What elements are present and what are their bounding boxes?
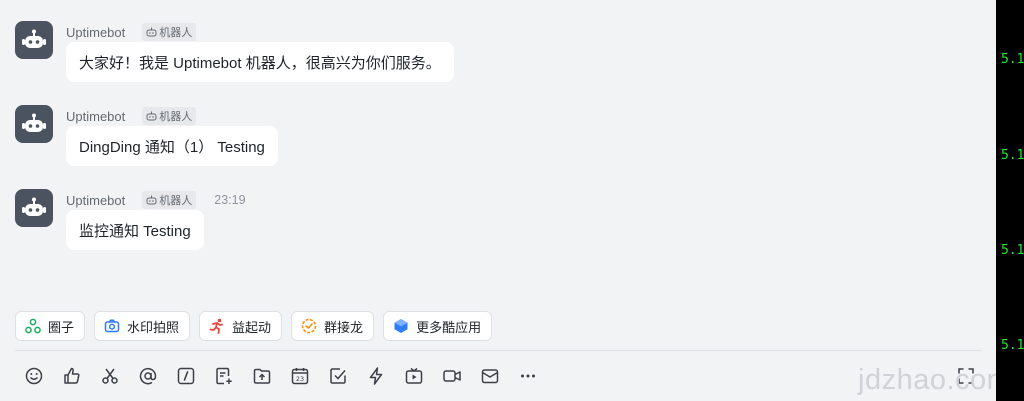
folder-upload-icon	[253, 368, 271, 384]
robot-icon	[22, 197, 46, 216]
badge-label: 机器人	[159, 27, 193, 39]
badge-label: 机器人	[159, 111, 193, 123]
robot-small-icon	[146, 195, 157, 205]
sender-name[interactable]: Uptimebot	[66, 109, 125, 124]
document-add-icon	[216, 367, 232, 385]
live-button[interactable]	[402, 364, 426, 388]
mention-icon	[139, 367, 157, 385]
app-label: 水印拍照	[127, 319, 180, 335]
bot-badge: 机器人	[142, 191, 197, 209]
chat-panel: Uptimebot 机器人 大家好！我是 Uptimebot 机器人，很高兴为你…	[0, 0, 1011, 401]
terminal-line: 5.1	[1001, 52, 1024, 67]
video-call-icon	[443, 370, 461, 382]
calendar-button[interactable]: 23	[288, 364, 312, 388]
app-group-relay-button[interactable]: 群接龙	[291, 311, 375, 341]
message-time: 23:19	[214, 193, 246, 207]
message-bubble[interactable]: DingDing 通知（1） Testing	[66, 126, 278, 166]
robot-small-icon	[146, 27, 157, 37]
live-tv-icon	[405, 367, 423, 384]
slash-command-button[interactable]	[174, 364, 198, 388]
more-icon	[521, 374, 535, 378]
message-meta: Uptimebot 机器人	[66, 23, 197, 41]
message-bubble[interactable]: 大家好！我是 Uptimebot 机器人，很高兴为你们服务。	[66, 42, 454, 82]
app-label: 群接龙	[324, 319, 364, 335]
sender-name[interactable]: Uptimebot	[66, 25, 125, 40]
calendar-icon: 23	[291, 368, 309, 385]
camera-icon	[104, 319, 120, 333]
terminal-pane: 5.1 5.1 5.1 5.1	[996, 0, 1024, 401]
quick-action-button[interactable]	[364, 364, 388, 388]
message-meta: Uptimebot 机器人	[66, 107, 197, 125]
terminal-line: 5.1	[1001, 338, 1024, 353]
screenshot-button[interactable]	[98, 364, 122, 388]
bot-avatar[interactable]	[15, 189, 53, 227]
mail-button[interactable]	[478, 364, 502, 388]
bot-avatar[interactable]	[15, 105, 53, 143]
more-button[interactable]	[516, 364, 540, 388]
app-circle-button[interactable]: 圈子	[15, 311, 86, 341]
scissors-icon	[102, 368, 118, 384]
bot-avatar[interactable]	[15, 21, 53, 59]
lightning-icon	[369, 367, 383, 385]
task-check-icon	[330, 368, 346, 384]
app-more-cool-apps-button[interactable]: 更多酷应用	[383, 311, 493, 341]
bot-badge: 机器人	[142, 107, 197, 125]
app-label: 益起动	[232, 319, 272, 335]
input-toolbar: 23	[0, 364, 996, 388]
thumbs-up-icon	[64, 367, 80, 384]
app-yiqidong-button[interactable]: 益起动	[199, 311, 283, 341]
robot-icon	[22, 29, 46, 48]
svg-text:23: 23	[296, 375, 304, 383]
upload-file-button[interactable]	[250, 364, 274, 388]
app-watermark-camera-button[interactable]: 水印拍照	[94, 311, 191, 341]
sender-name[interactable]: Uptimebot	[66, 193, 125, 208]
input-divider	[15, 350, 981, 351]
running-person-icon	[209, 318, 223, 334]
watermark-text: jdzhao.com	[858, 364, 1012, 396]
robot-icon	[22, 113, 46, 132]
task-button[interactable]	[326, 364, 350, 388]
like-button[interactable]	[60, 364, 84, 388]
mention-button[interactable]	[136, 364, 160, 388]
new-doc-button[interactable]	[212, 364, 236, 388]
circle-group-icon	[25, 318, 41, 334]
robot-small-icon	[146, 111, 157, 121]
video-call-button[interactable]	[440, 364, 464, 388]
mail-icon	[481, 369, 499, 384]
slash-command-icon	[177, 367, 195, 385]
badge-label: 机器人	[159, 195, 193, 207]
app-label: 圈子	[48, 319, 75, 335]
cool-apps-icon	[394, 319, 408, 333]
emoji-icon	[25, 367, 43, 385]
message-bubble[interactable]: 监控通知 Testing	[66, 210, 204, 250]
message-meta: Uptimebot 机器人 23:19	[66, 191, 246, 209]
group-relay-icon	[301, 318, 317, 334]
terminal-line: 5.1	[1001, 243, 1024, 258]
app-label: 更多酷应用	[416, 319, 482, 335]
cool-app-bar: 圈子 水印拍照 益起动 群接龙 更多酷应用	[15, 311, 501, 341]
terminal-line: 5.1	[1001, 148, 1024, 163]
emoji-button[interactable]	[22, 364, 46, 388]
bot-badge: 机器人	[142, 23, 197, 41]
